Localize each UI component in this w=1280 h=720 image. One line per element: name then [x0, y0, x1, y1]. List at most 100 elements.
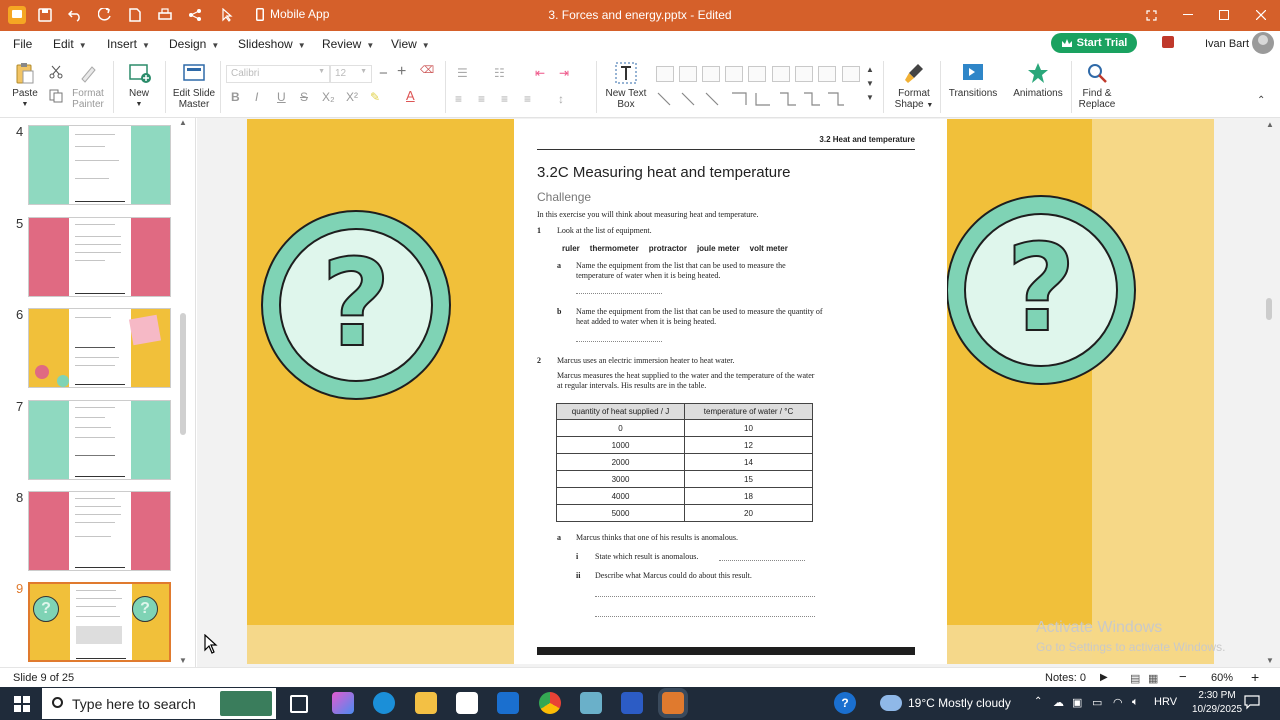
- weather-icon[interactable]: [880, 695, 902, 711]
- notes-button[interactable]: Notes: 0: [1045, 672, 1086, 684]
- line-spacing-icon[interactable]: ↕: [558, 92, 564, 106]
- user-name[interactable]: Ivan Bart: [1205, 38, 1249, 50]
- fullscreen-icon[interactable]: [1137, 5, 1165, 25]
- minimize-button[interactable]: [1174, 5, 1202, 25]
- question-circle-right[interactable]: ?: [946, 195, 1136, 385]
- question-circle-left[interactable]: ?: [261, 210, 451, 400]
- slide-thumbnail-8[interactable]: [28, 491, 171, 571]
- presentation-app-icon[interactable]: [662, 692, 684, 714]
- slide-thumbnail-6[interactable]: [28, 308, 171, 388]
- outlook-icon[interactable]: [497, 692, 519, 714]
- windows-start-icon[interactable]: [14, 696, 30, 712]
- menu-review[interactable]: Review ▼: [322, 37, 374, 51]
- avatar[interactable]: [1252, 32, 1274, 54]
- transitions-button[interactable]: Transitions: [948, 61, 998, 99]
- new-document-icon[interactable]: [126, 6, 144, 24]
- notification-icon[interactable]: [1162, 36, 1174, 48]
- menu-edit[interactable]: Edit ▼: [53, 37, 87, 51]
- format-painter-button[interactable]: Format Painter: [70, 61, 106, 110]
- app-logo-icon[interactable]: [8, 6, 26, 24]
- canvas-scroll-down-icon[interactable]: ▼: [1266, 656, 1274, 665]
- menu-insert[interactable]: Insert ▼: [107, 37, 150, 51]
- menu-file[interactable]: File: [13, 37, 32, 51]
- play-icon[interactable]: ▶: [1100, 672, 1108, 683]
- panel-scroll-down-icon[interactable]: ▼: [179, 656, 187, 665]
- task-view-icon[interactable]: [290, 695, 308, 713]
- help-icon[interactable]: ?: [834, 692, 856, 714]
- decrease-font-icon[interactable]: −: [379, 65, 388, 82]
- font-size-select[interactable]: 12 ▼: [330, 65, 372, 83]
- align-right-icon[interactable]: ≡: [501, 92, 508, 106]
- subscript-icon[interactable]: X₂: [322, 90, 335, 104]
- paste-button[interactable]: Paste ▼: [10, 61, 40, 110]
- copilot-icon[interactable]: [332, 692, 354, 714]
- collapse-ribbon-icon[interactable]: ⌃: [1257, 95, 1265, 106]
- numbering-icon[interactable]: ☷: [494, 66, 505, 80]
- new-text-box-button[interactable]: New Text Box: [605, 61, 647, 110]
- clear-format-icon[interactable]: ⌫: [420, 65, 434, 76]
- store-icon[interactable]: [456, 692, 478, 714]
- bold-icon[interactable]: B: [231, 90, 240, 104]
- gallery-scroll-icon[interactable]: ▲ ▼ ▼: [866, 63, 874, 105]
- language-indicator[interactable]: HRV: [1154, 696, 1177, 708]
- share-icon[interactable]: [186, 6, 204, 24]
- copy-icon[interactable]: [49, 89, 63, 106]
- bullets-icon[interactable]: ☰: [457, 66, 468, 80]
- canvas-scroll-up-icon[interactable]: ▲: [1266, 120, 1274, 129]
- animations-button[interactable]: Animations: [1012, 61, 1064, 99]
- mobile-app-button[interactable]: Mobile App: [256, 7, 329, 21]
- underline-icon[interactable]: U: [277, 90, 286, 104]
- start-trial-button[interactable]: Start Trial: [1051, 33, 1137, 53]
- redo-icon[interactable]: [96, 6, 114, 24]
- edit-slide-master-button[interactable]: Edit Slide Master: [172, 61, 216, 110]
- zoom-level[interactable]: 60%: [1211, 672, 1233, 684]
- normal-view-icon[interactable]: ▤: [1130, 672, 1140, 685]
- new-slide-button[interactable]: New ▼: [124, 61, 154, 110]
- justify-icon[interactable]: ≡: [524, 92, 531, 106]
- onedrive-icon[interactable]: ☁: [1053, 696, 1064, 709]
- volume-icon[interactable]: 🔈︎: [1132, 696, 1139, 709]
- font-name-select[interactable]: Calibri ▼: [226, 65, 330, 83]
- save-icon[interactable]: [36, 6, 54, 24]
- worksheet-image[interactable]: 3.2 Heat and temperature 3.2C Measuring …: [514, 119, 947, 664]
- highlight-icon[interactable]: ✎: [370, 90, 380, 104]
- slide-thumbnail-9[interactable]: ? ?: [28, 582, 171, 662]
- sorter-view-icon[interactable]: ▦: [1148, 672, 1158, 685]
- pointer-icon[interactable]: [218, 6, 236, 24]
- taskbar-search-input[interactable]: Type here to search: [42, 688, 276, 719]
- italic-icon[interactable]: I: [255, 90, 258, 104]
- panel-scrollbar[interactable]: [180, 313, 186, 435]
- outdent-icon[interactable]: ⇤: [535, 66, 545, 80]
- wifi-icon[interactable]: ◠: [1113, 696, 1123, 709]
- slide-thumbnail-7[interactable]: [28, 400, 171, 480]
- word-icon[interactable]: [621, 692, 643, 714]
- notification-center-icon[interactable]: [1244, 694, 1260, 713]
- align-center-icon[interactable]: ≡: [478, 92, 485, 106]
- font-color-icon[interactable]: A: [406, 88, 415, 103]
- tray-expand-icon[interactable]: ⌃: [1034, 696, 1042, 707]
- battery-icon[interactable]: ▭: [1092, 696, 1102, 709]
- superscript-icon[interactable]: X²: [346, 90, 358, 104]
- align-left-icon[interactable]: ≡: [455, 92, 462, 106]
- zoom-out-icon[interactable]: −: [1179, 669, 1187, 684]
- strikethrough-icon[interactable]: S: [300, 90, 308, 104]
- canvas-scrollbar[interactable]: [1266, 298, 1272, 320]
- close-button[interactable]: [1247, 5, 1275, 25]
- edge-icon[interactable]: [373, 692, 395, 714]
- file-explorer-icon[interactable]: [415, 692, 437, 714]
- print-icon[interactable]: [156, 6, 174, 24]
- menu-design[interactable]: Design ▼: [169, 37, 219, 51]
- format-shape-button[interactable]: Format Shape ▼: [892, 61, 936, 111]
- slide-thumbnail-5[interactable]: [28, 217, 171, 297]
- app-icon[interactable]: [580, 692, 602, 714]
- increase-font-icon[interactable]: +: [397, 63, 406, 81]
- menu-slideshow[interactable]: Slideshow ▼: [238, 37, 306, 51]
- cut-icon[interactable]: [49, 65, 63, 82]
- zoom-in-icon[interactable]: +: [1251, 669, 1259, 685]
- maximize-button[interactable]: [1210, 5, 1238, 25]
- panel-scroll-up-icon[interactable]: ▲: [179, 118, 187, 127]
- meet-icon[interactable]: ▣: [1072, 696, 1082, 709]
- menu-view[interactable]: View ▼: [391, 37, 430, 51]
- indent-icon[interactable]: ⇥: [559, 66, 569, 80]
- slide-thumbnail-4[interactable]: [28, 125, 171, 205]
